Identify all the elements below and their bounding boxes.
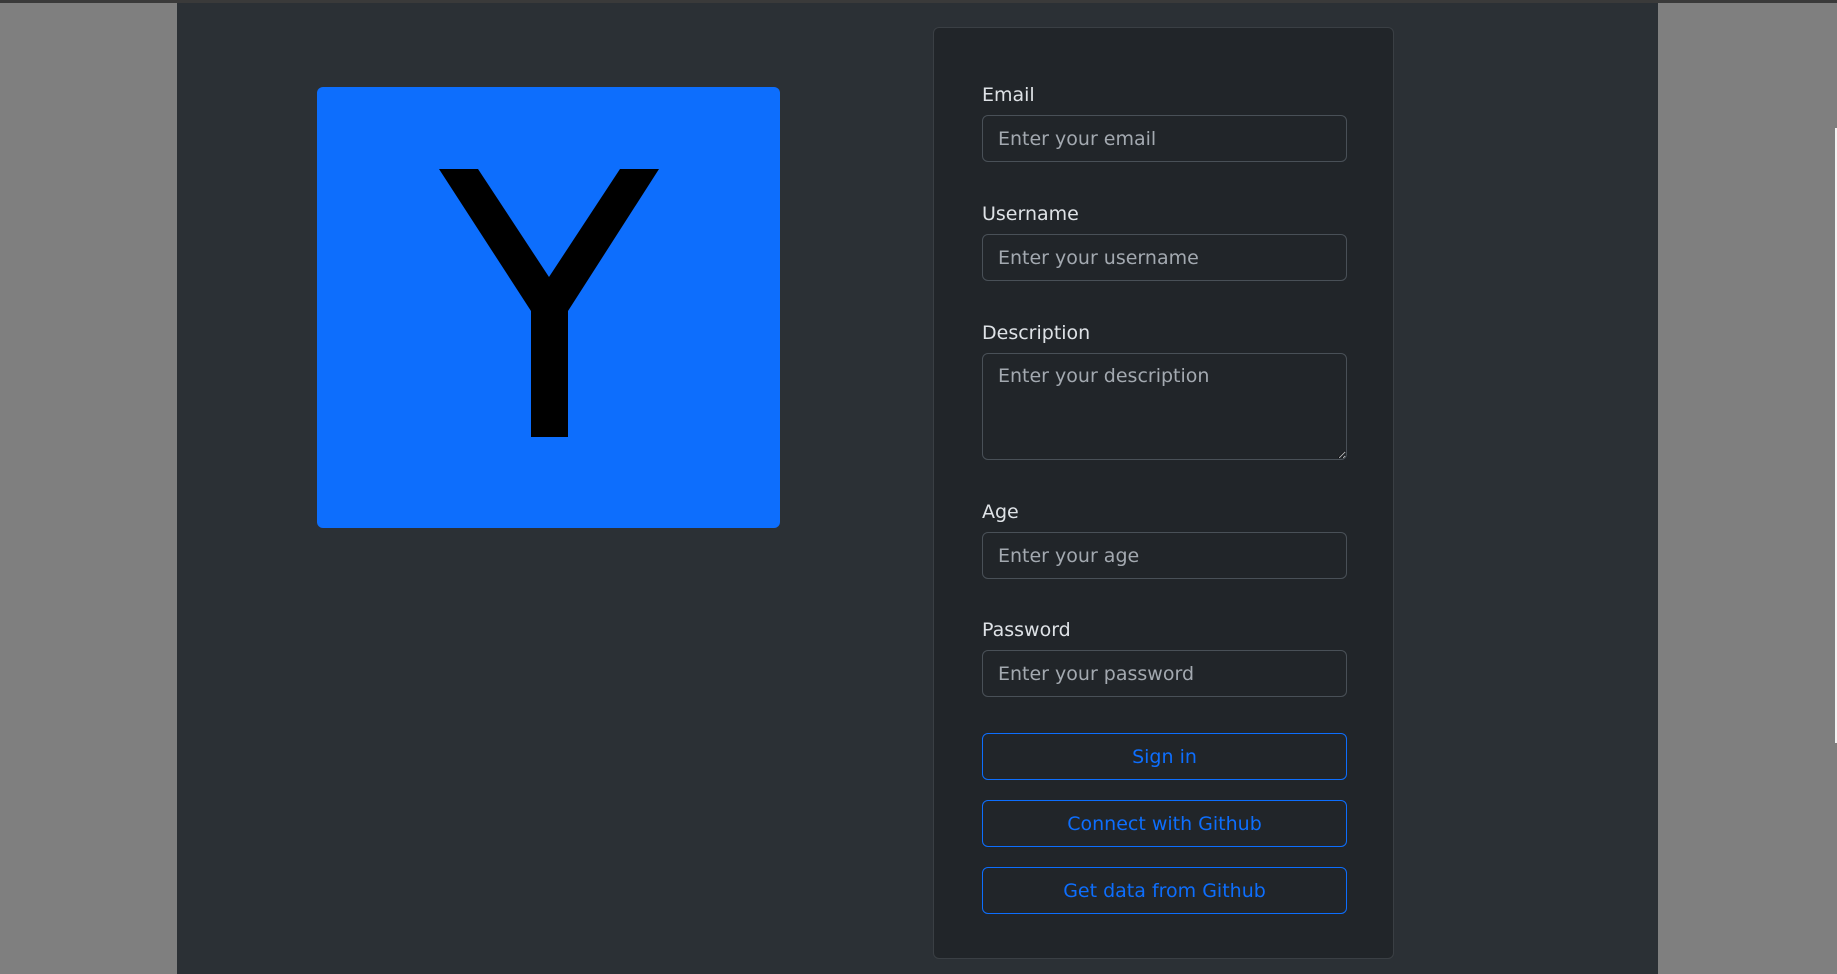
- username-field-group: Username: [982, 203, 1347, 281]
- logo-letter-y-icon: [439, 169, 659, 437]
- age-field-group: Age: [982, 501, 1347, 579]
- username-input[interactable]: [982, 234, 1347, 281]
- signup-form: Email Username Description Age Password …: [933, 27, 1394, 959]
- get-github-data-button[interactable]: Get data from Github: [982, 867, 1347, 914]
- password-field-group: Password: [982, 619, 1347, 697]
- age-label: Age: [982, 501, 1019, 523]
- description-field-group: Description: [982, 322, 1347, 460]
- connect-github-button[interactable]: Connect with Github: [982, 800, 1347, 847]
- username-label: Username: [982, 203, 1079, 225]
- email-input[interactable]: [982, 115, 1347, 162]
- password-label: Password: [982, 619, 1071, 641]
- logo: [317, 87, 780, 528]
- sign-in-button[interactable]: Sign in: [982, 733, 1347, 780]
- email-label: Email: [982, 84, 1035, 106]
- page-container: Email Username Description Age Password …: [177, 3, 1658, 974]
- age-input[interactable]: [982, 532, 1347, 579]
- password-input[interactable]: [982, 650, 1347, 697]
- description-textarea[interactable]: [982, 353, 1347, 460]
- description-label: Description: [982, 322, 1091, 344]
- email-field-group: Email: [982, 84, 1347, 162]
